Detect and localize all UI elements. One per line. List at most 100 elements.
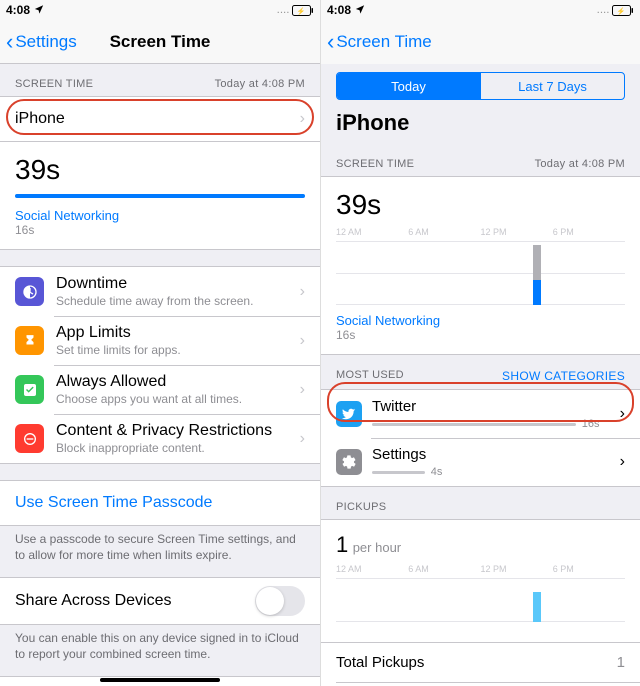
status-time: 4:08 [6,3,30,17]
nav-bar: ‹ Settings Screen Time [0,20,320,64]
hourly-chart: 12 AM 6 AM 12 PM 6 PM [336,227,625,305]
share-footer: You can enable this on any device signed… [0,625,320,676]
pickup-rate-num: 1 [336,532,348,557]
chevron-right-icon: › [620,405,625,423]
passcode-footer: Use a passcode to secure Screen Time set… [0,526,320,577]
device-name: iPhone [15,110,65,128]
gear-icon [336,449,362,475]
device-row[interactable]: iPhone › [0,97,320,141]
signal-dots: .... [277,6,290,15]
chart-hour-label: 6 PM [553,227,625,237]
hourglass-icon [15,326,44,355]
chevron-left-icon: ‹ [327,31,334,53]
option-sub: Block inappropriate content. [56,441,272,455]
usage-detail: 39s 12 AM 6 AM 12 PM 6 PM Social Network… [321,176,640,355]
section-header-pickups: PICKUPS [321,487,640,519]
option-always[interactable]: Always AllowedChoose apps you want at al… [0,365,320,414]
app-time: 4s [431,466,443,478]
downtime-icon [15,277,44,306]
back-button[interactable]: ‹ Settings [0,31,77,53]
section-label: SCREEN TIME [336,158,414,170]
option-downtime[interactable]: DowntimeSchedule time away from the scre… [0,267,320,316]
option-content[interactable]: Content & Privacy RestrictionsBlock inap… [0,414,320,463]
category-time: 16s [336,328,625,342]
usage-bar [15,194,305,198]
chevron-right-icon: › [300,110,305,128]
mostused-row-settings[interactable]: Settings 4s › [321,438,640,486]
chevron-right-icon: › [620,453,625,471]
signal-dots: .... [597,6,610,15]
svg-text:⚡: ⚡ [617,6,626,15]
chevron-right-icon: › [300,430,305,448]
option-title: Downtime [56,275,253,293]
home-indicator[interactable] [100,678,220,682]
app-name: Twitter [372,398,612,415]
phone-left: 4:08 .... ⚡ ‹ Settings Screen Time SCREE… [0,0,320,686]
section-header-mostused: MOST USED SHOW CATEGORIES [321,355,640,389]
usage-bar [372,471,425,474]
pickups-chart: 12 AM 6 AM 12 PM 6 PM [336,564,625,622]
row-value: 1 [617,654,625,671]
twitter-icon [336,401,362,427]
segmented-control[interactable]: Today Last 7 Days [336,72,625,100]
chevron-left-icon: ‹ [6,31,13,53]
chart-hour-label: 12 PM [481,227,553,237]
battery-icon: ⚡ [612,5,634,16]
seg-last7[interactable]: Last 7 Days [480,73,624,99]
status-time: 4:08 [327,3,351,17]
share-toggle[interactable] [255,586,305,616]
back-button[interactable]: ‹ Screen Time [321,31,432,53]
chart-hour-label: 12 AM [336,564,408,574]
section-label: SCREEN TIME [15,78,93,90]
category-label: Social Networking [15,208,305,223]
total-pickups-row[interactable]: Total Pickups 1 [321,643,640,682]
usage-bar [372,423,576,426]
chart-bar-4pm [533,245,541,305]
chevron-right-icon: › [300,283,305,301]
show-categories-link[interactable]: SHOW CATEGORIES [502,369,625,383]
option-applimits[interactable]: App LimitsSet time limits for apps. › [0,316,320,365]
status-bar: 4:08 .... ⚡ [321,0,640,20]
chart-hour-label: 12 AM [336,227,408,237]
chevron-right-icon: › [300,381,305,399]
seg-today[interactable]: Today [337,73,480,99]
option-title: Content & Privacy Restrictions [56,422,272,440]
check-icon [15,375,44,404]
status-bar: 4:08 .... ⚡ [0,0,320,20]
no-entry-icon [15,424,44,453]
total-time: 39s [15,154,305,186]
share-label: Share Across Devices [15,592,172,610]
total-time: 39s [336,189,625,221]
section-header-screentime: SCREEN TIME Today at 4:08 PM [0,64,320,96]
share-devices-row[interactable]: Share Across Devices [0,578,320,624]
mostused-row-twitter[interactable]: Twitter 16s › [321,390,640,438]
chart-bar-4pm [533,592,541,622]
section-timestamp: Today at 4:08 PM [535,158,625,170]
most-pickups-row[interactable]: Most Pickups 1 between 4 PM – 5 PM [321,682,640,686]
nav-bar: ‹ Screen Time [321,20,640,64]
chart-hour-label: 6 AM [408,564,480,574]
phone-right: 4:08 .... ⚡ ‹ Screen Time Today Last 7 D… [320,0,640,686]
option-sub: Set time limits for apps. [56,343,181,357]
option-title: Always Allowed [56,373,242,391]
row-label: Total Pickups [336,654,424,671]
battery-icon: ⚡ [292,5,314,16]
option-sub: Schedule time away from the screen. [56,294,253,308]
link-label: Use Screen Time Passcode [15,494,212,512]
app-time: 16s [582,418,600,430]
category-label: Social Networking [336,313,625,328]
svg-text:⚡: ⚡ [297,6,306,15]
option-sub: Choose apps you want at all times. [56,392,242,406]
category-time: 16s [15,223,305,237]
chart-hour-label: 6 AM [408,227,480,237]
back-label: Screen Time [336,32,431,52]
chart-hour-label: 6 PM [553,564,625,574]
section-timestamp: Today at 4:08 PM [215,78,305,90]
device-title: iPhone [321,110,640,144]
location-icon [34,3,44,17]
location-icon [355,3,365,17]
chevron-right-icon: › [300,332,305,350]
usage-summary: 39s Social Networking 16s [0,142,320,250]
section-header-screentime: SCREEN TIME Today at 4:08 PM [321,144,640,176]
passcode-link[interactable]: Use Screen Time Passcode [0,481,320,525]
